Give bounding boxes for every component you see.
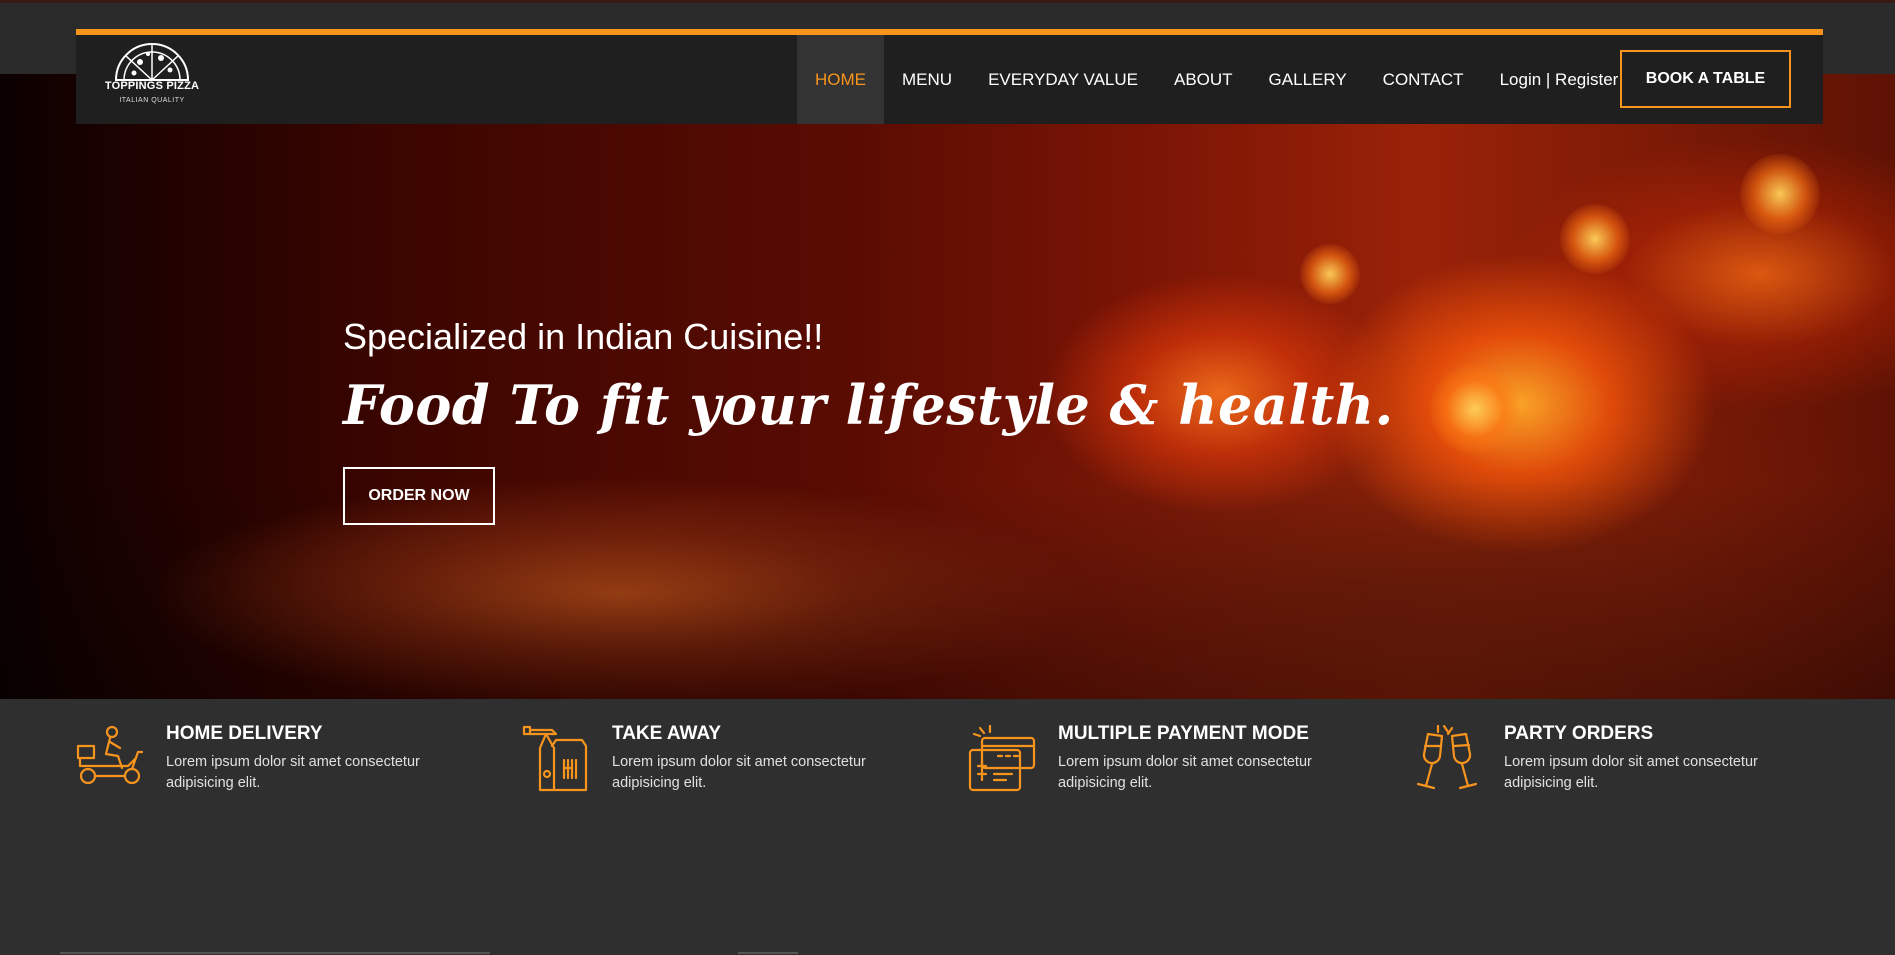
hero-subtitle: Specialized in Indian Cuisine!! [343,316,824,357]
takeaway-bag-icon [522,725,588,792]
feature-description: Lorem ipsum dolor sit amet consectetur a… [166,754,420,791]
divider [60,952,490,954]
feature-item: TAKE AWAY Lorem ipsum dolor sit amet con… [522,721,922,801]
feature-title: PARTY ORDERS [1504,723,1654,744]
pizza-logo-icon [114,43,190,81]
nav-contact[interactable]: CONTACT [1365,35,1482,124]
nav-menu[interactable]: MENU [884,35,970,124]
feature-item: PARTY ORDERS Lorem ipsum dolor sit amet … [1414,721,1814,801]
brand-tagline: ITALIAN QUALITY [119,97,185,104]
features-section: HOME DELIVERY Lorem ipsum dolor sit amet… [0,699,1895,955]
feature-title: HOME DELIVERY [166,723,323,744]
nav-gallery[interactable]: GALLERY [1251,35,1365,124]
fire-glow [1560,204,1630,274]
feature-description: Lorem ipsum dolor sit amet consectetur a… [1058,754,1312,791]
hero-content: Specialized in Indian Cuisine!! Food To … [343,319,1394,434]
nav-everyday-value[interactable]: EVERYDAY VALUE [970,35,1156,124]
nav-about[interactable]: ABOUT [1156,35,1251,124]
logo[interactable]: TOPPINGS PIZZA ITALIAN QUALITY [98,40,206,116]
brand-name: TOPPINGS PIZZA [104,80,200,92]
feature-title: MULTIPLE PAYMENT MODE [1058,723,1309,744]
feature-description: Lorem ipsum dolor sit amet consectetur a… [612,754,866,791]
fire-glow [1430,364,1520,454]
fire-glow [1740,154,1820,234]
feature-description: Lorem ipsum dolor sit amet consectetur a… [1504,754,1758,791]
delivery-scooter-icon [76,725,144,785]
hero-banner: Specialized in Indian Cuisine!! Food To … [0,74,1895,699]
feature-item: MULTIPLE PAYMENT MODE Lorem ipsum dolor … [968,721,1368,801]
divider [738,952,798,954]
login-register-link[interactable]: Login | Register [1482,70,1637,90]
hero-title: Food To fit your lifestyle & health. [343,373,1394,437]
order-now-button[interactable]: ORDER NOW [343,467,495,525]
feature-item: HOME DELIVERY Lorem ipsum dolor sit amet… [76,721,476,801]
book-table-button[interactable]: BOOK A TABLE [1620,50,1791,108]
party-glasses-icon [1416,724,1478,790]
nav-home[interactable]: HOME [797,35,884,124]
site-header: TOPPINGS PIZZA ITALIAN QUALITY HOME MENU… [76,29,1823,124]
payment-card-icon [968,724,1036,792]
fire-glow [1300,244,1360,304]
feature-title: TAKE AWAY [612,723,722,744]
main-nav: HOME MENU EVERYDAY VALUE ABOUT GALLERY C… [797,35,1636,124]
